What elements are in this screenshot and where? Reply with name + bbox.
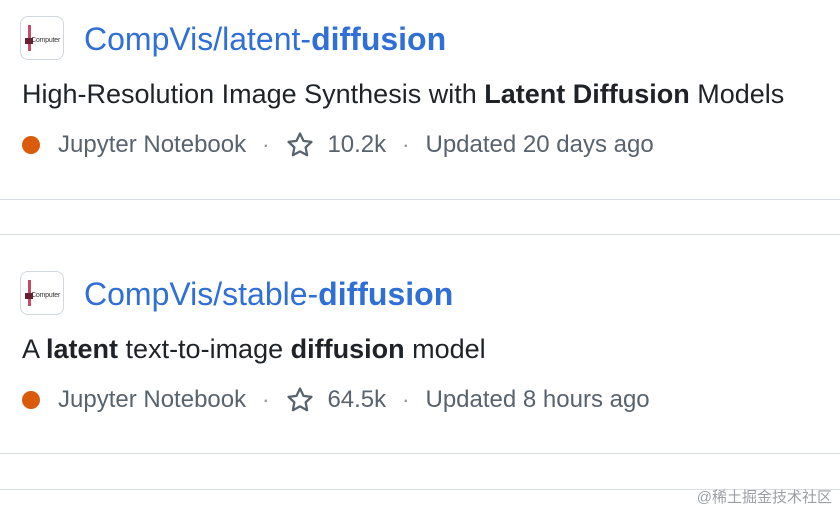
desc-highlight: Latent [484,79,566,109]
repo-description: High-Resolution Image Synthesis with Lat… [22,77,784,111]
result-divider [0,234,840,235]
meta-separator: · [262,387,270,412]
avatar-logo-text: Computer [31,37,61,44]
desc-highlight: diffusion [290,334,405,364]
repo-description: A latent text-to-image diffusion model [22,332,486,366]
desc-text [565,79,573,109]
repo-meta: Jupyter Notebook · 10.2k · Updated 20 da… [22,130,654,160]
desc-text: text-to-image [118,334,291,364]
meta-separator: · [262,132,270,157]
desc-highlight: latent [46,334,119,364]
repo-title-link[interactable]: CompVis/stable-diffusion [84,274,453,314]
repo-language: Jupyter Notebook [58,131,247,158]
desc-text: Models [689,79,785,109]
repo-name-highlight: diffusion [311,21,447,57]
star-count: 10.2k [327,131,387,158]
desc-highlight: Diffusion [572,79,690,109]
result-divider [0,453,840,454]
repo-owner-avatar[interactable]: Computer [20,16,64,60]
star-icon [287,387,314,412]
desc-text: A [22,334,47,364]
desc-text: model [404,334,486,364]
avatar-logo-text: Computer [31,292,61,299]
result-divider [0,199,840,200]
updated-time: Updated 8 hours ago [425,386,650,413]
repo-owner: CompVis/ [84,276,223,312]
repo-name-part: stable- [222,276,319,312]
watermark-text: @稀土掘金技术社区 [696,489,832,506]
repo-name-highlight: diffusion [318,276,454,312]
language-color-dot [22,136,40,154]
repo-title-link[interactable]: CompVis/latent-diffusion [84,19,446,59]
meta-separator: · [402,132,410,157]
repo-owner-avatar[interactable]: Computer [20,271,64,315]
star-icon [287,132,314,157]
updated-time: Updated 20 days ago [425,131,654,158]
language-color-dot [22,391,40,409]
star-count: 64.5k [327,386,387,413]
repo-owner: CompVis/ [84,21,223,57]
repo-name-part: latent- [222,21,312,57]
repo-meta: Jupyter Notebook · 64.5k · Updated 8 hou… [22,385,650,415]
meta-separator: · [402,387,410,412]
stargazers-link[interactable]: 64.5k [285,385,386,415]
desc-text: High-Resolution Image Synthesis with [22,79,485,109]
repo-language: Jupyter Notebook [58,386,247,413]
stargazers-link[interactable]: 10.2k [285,130,386,160]
